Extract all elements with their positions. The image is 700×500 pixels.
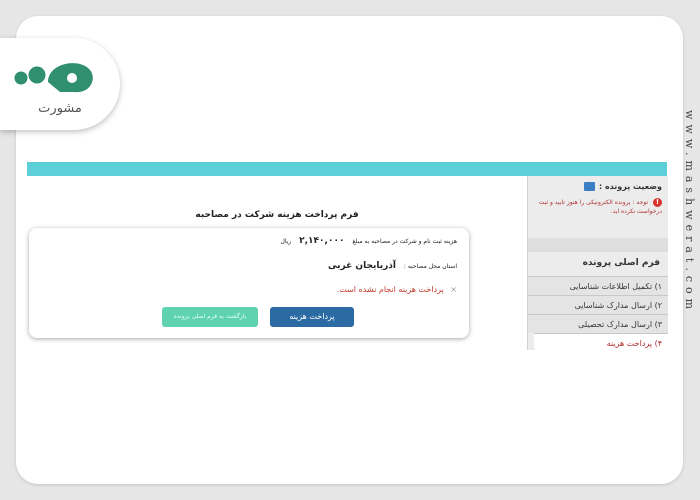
status-note-text: توجه : پرونده الکترونیکی را هنوز تایید و… [538, 199, 662, 215]
brand-logo: مشورت [0, 38, 120, 130]
pay-button[interactable]: پرداخت هزینه [270, 307, 354, 327]
sidebar-item-payment[interactable]: ۴) پرداخت هزینه [534, 333, 668, 352]
sidebar-item-identity-info[interactable]: ۱) تکمیل اطلاعات شناسایی [528, 276, 668, 295]
back-to-main-form-button[interactable]: بازگشت به فرم اصلی پرونده [162, 307, 258, 327]
fee-row: هزینه ثبت نام و شرکت در مصاحبه به مبلغ ۲… [280, 236, 457, 246]
cross-icon: × [450, 285, 457, 294]
sidebar-item-identity-docs[interactable]: ۲) ارسال مدارک شناسایی [528, 295, 668, 314]
province-value: آذربایجان غربی [328, 261, 396, 271]
alert-icon: ! [653, 198, 662, 207]
top-bar [27, 162, 667, 176]
fee-unit: ریال [280, 238, 292, 245]
payment-page: فرم پرداخت هزینه شرکت در مصاحبه هزینه ثب… [27, 176, 668, 352]
payment-status: × پرداخت هزینه انجام نشده است. [337, 285, 457, 294]
site-url: www.mashwerat.com [683, 110, 696, 315]
province-label: استان محل مصاحبه : [403, 263, 457, 270]
province-row: استان محل مصاحبه : آذربایجان غربی [328, 261, 457, 271]
mashwerat-logo-icon: مشورت [14, 63, 93, 116]
sidebar: وضعیت پرونده : ! توجه : پرونده الکترونیک… [527, 176, 668, 352]
folder-icon [583, 182, 595, 191]
payment-status-text: پرداخت هزینه انجام نشده است. [336, 285, 444, 294]
sidebar-divider [528, 238, 668, 252]
main-menu-title: فرم اصلی پرونده [582, 258, 660, 268]
file-status-title: وضعیت پرونده : [598, 182, 662, 191]
logo-text: مشورت [38, 101, 82, 116]
file-status-heading: وضعیت پرونده : [583, 182, 662, 191]
form-title: فرم پرداخت هزینه شرکت در مصاحبه [195, 210, 359, 220]
status-note: ! توجه : پرونده الکترونیکی را هنوز تایید… [536, 198, 662, 216]
fee-label: هزینه ثبت نام و شرکت در مصاحبه به مبلغ [352, 238, 457, 245]
fee-amount: ۲,۱۴۰,۰۰۰ [299, 236, 345, 246]
payment-form-card: هزینه ثبت نام و شرکت در مصاحبه به مبلغ ۲… [29, 228, 469, 338]
sidebar-item-education-docs[interactable]: ۳) ارسال مدارک تحصیلی [528, 314, 668, 333]
